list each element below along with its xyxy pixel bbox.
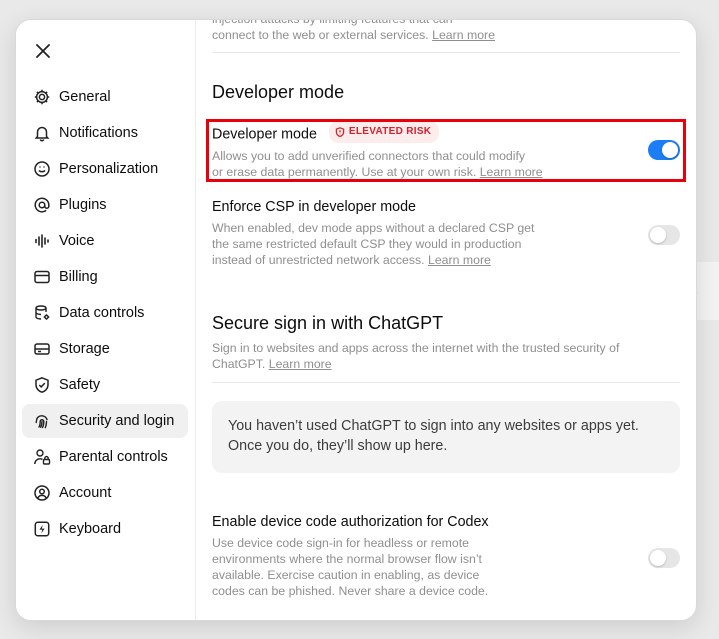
security-description-fragment: injection attacks by limiting features t… bbox=[212, 19, 642, 43]
sidebar-item-general[interactable]: General bbox=[22, 80, 188, 114]
enforce-csp-setting: Enforce CSP in developer mode When enabl… bbox=[212, 198, 652, 268]
enforce-csp-toggle[interactable] bbox=[648, 225, 680, 245]
fragment-line-2: connect to the web or external services. bbox=[212, 28, 429, 42]
sidebar-item-billing[interactable]: Billing bbox=[22, 260, 188, 294]
user-circle-icon bbox=[33, 484, 51, 502]
enforce-csp-description: When enabled, dev mode apps without a de… bbox=[212, 220, 557, 268]
sidebar-item-plugins[interactable]: Plugins bbox=[22, 188, 188, 222]
toggle-knob bbox=[650, 550, 666, 566]
description-line: the same restricted default CSP they wou… bbox=[212, 237, 522, 251]
device-code-title: Enable device code authorization for Cod… bbox=[212, 514, 489, 530]
sidebar-item-label: Data controls bbox=[59, 305, 145, 321]
sidebar-item-voice[interactable]: Voice bbox=[22, 224, 188, 258]
sidebar-item-label: Safety bbox=[59, 377, 101, 393]
sidebar-item-label: Notifications bbox=[59, 125, 138, 141]
settings-dialog: General Notifications Personalization Pl… bbox=[15, 19, 697, 621]
divider bbox=[212, 382, 680, 383]
sidebar-item-label: Billing bbox=[59, 269, 98, 285]
sidebar-item-label: Keyboard bbox=[59, 521, 122, 537]
description-line: Sign in to websites and apps across the … bbox=[212, 341, 620, 355]
sidebar-item-label: General bbox=[59, 89, 111, 105]
sidebar-item-personalization[interactable]: Personalization bbox=[22, 152, 188, 186]
badge-label: ELEVATED RISK bbox=[348, 126, 432, 137]
sidebar-item-label: Personalization bbox=[59, 161, 159, 177]
description-line: instead of unrestricted network access. bbox=[212, 253, 425, 267]
database-gear-icon bbox=[33, 304, 51, 322]
sidebar-item-label: Storage bbox=[59, 341, 110, 357]
sidebar-item-data-controls[interactable]: Data controls bbox=[22, 296, 188, 330]
description-line: codes can be phished. Never share a devi… bbox=[212, 584, 489, 598]
user-lock-icon bbox=[33, 448, 51, 466]
lightning-icon bbox=[33, 520, 51, 538]
enforce-csp-title: Enforce CSP in developer mode bbox=[212, 199, 416, 215]
device-code-toggle[interactable] bbox=[648, 548, 680, 568]
secure-signin-description: Sign in to websites and apps across the … bbox=[212, 340, 680, 372]
sidebar-item-account[interactable]: Account bbox=[22, 476, 188, 510]
smile-icon bbox=[33, 160, 51, 178]
sidebar-item-label: Plugins bbox=[59, 197, 107, 213]
sidebar-item-label: Account bbox=[59, 485, 112, 501]
description-line: Allows you to add unverified connectors … bbox=[212, 148, 526, 163]
sidebar-item-security-and-login[interactable]: Security and login bbox=[22, 404, 188, 438]
divider bbox=[212, 52, 680, 53]
description-line: ChatGPT. bbox=[212, 357, 266, 371]
drive-icon bbox=[33, 340, 51, 358]
secure-signin-title: Secure sign in with ChatGPT bbox=[212, 313, 444, 333]
sidebar-item-storage[interactable]: Storage bbox=[22, 332, 188, 366]
developer-mode-setting: Developer mode ELEVATED RISK Allows you … bbox=[212, 121, 652, 180]
at-sign-icon bbox=[33, 196, 51, 214]
learn-more-link[interactable]: Learn more bbox=[432, 28, 495, 42]
bell-icon bbox=[33, 124, 51, 142]
description-line: When enabled, dev mode apps without a de… bbox=[212, 221, 535, 235]
sidebar-item-keyboard[interactable]: Keyboard bbox=[22, 512, 188, 546]
sidebar-item-safety[interactable]: Safety bbox=[22, 368, 188, 402]
learn-more-link[interactable]: Learn more bbox=[480, 165, 543, 179]
waveform-icon bbox=[33, 232, 51, 250]
settings-sidebar: General Notifications Personalization Pl… bbox=[16, 20, 196, 620]
developer-mode-toggle[interactable] bbox=[648, 140, 680, 160]
toggle-knob bbox=[650, 227, 666, 243]
developer-mode-description: Allows you to add unverified connectors … bbox=[212, 148, 557, 180]
learn-more-link[interactable]: Learn more bbox=[428, 253, 491, 267]
sidebar-item-notifications[interactable]: Notifications bbox=[22, 116, 188, 150]
sidebar-item-parental-controls[interactable]: Parental controls bbox=[22, 440, 188, 474]
empty-state-line: You haven’t used ChatGPT to sign into an… bbox=[228, 418, 639, 434]
developer-section-title: Developer mode bbox=[212, 82, 345, 102]
shield-alert-icon bbox=[335, 126, 345, 137]
settings-content: injection attacks by limiting features t… bbox=[212, 20, 680, 620]
device-code-setting: Enable device code authorization for Cod… bbox=[212, 513, 652, 599]
toggle-knob bbox=[662, 142, 678, 158]
device-code-description: Use device code sign-in for headless or … bbox=[212, 535, 512, 599]
description-line: available. Exercise caution in enabling,… bbox=[212, 568, 480, 582]
shield-check-icon bbox=[33, 376, 51, 394]
elevated-risk-badge: ELEVATED RISK bbox=[328, 121, 440, 143]
fragment-line-1: injection attacks by limiting features t… bbox=[212, 19, 453, 26]
credit-card-icon bbox=[33, 268, 51, 286]
learn-more-link[interactable]: Learn more bbox=[269, 357, 332, 371]
close-icon bbox=[36, 44, 50, 58]
fingerprint-icon bbox=[33, 412, 51, 430]
gear-icon bbox=[33, 88, 51, 106]
empty-state-line: Once you do, they’ll show up here. bbox=[228, 438, 448, 454]
signin-empty-state: You haven’t used ChatGPT to sign into an… bbox=[212, 401, 680, 473]
description-line: or erase data permanently. Use at your o… bbox=[212, 164, 477, 179]
description-line: Use device code sign-in for headless or … bbox=[212, 536, 469, 550]
description-line: environments where the normal browser fl… bbox=[212, 552, 482, 566]
close-button[interactable] bbox=[32, 40, 54, 62]
sidebar-item-label: Voice bbox=[59, 233, 95, 249]
sidebar-item-label: Security and login bbox=[59, 413, 175, 429]
settings-nav: General Notifications Personalization Pl… bbox=[22, 80, 188, 548]
developer-mode-title: Developer mode bbox=[212, 126, 317, 143]
sidebar-item-label: Parental controls bbox=[59, 449, 168, 465]
